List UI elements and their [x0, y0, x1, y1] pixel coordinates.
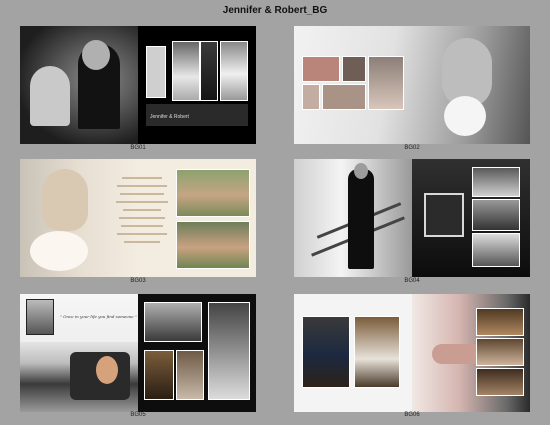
album-spread-bg01[interactable]: Jennifer & Robert: [20, 26, 256, 144]
detail-photo: [208, 302, 250, 400]
limo-photo: [20, 342, 138, 412]
detail-photo: [476, 338, 524, 366]
album-spread-bg03[interactable]: [20, 159, 256, 277]
detail-photo: [144, 350, 174, 400]
spread-caption: BG04: [404, 278, 420, 284]
album-spread-bg02[interactable]: [294, 26, 530, 144]
detail-photo: [472, 167, 520, 197]
album-page-right: [138, 294, 256, 412]
album-spread-bg06[interactable]: [294, 294, 530, 412]
album-spread-bg05[interactable]: " Once in your life you find someone ": [20, 294, 256, 412]
bridal-party-photo: [176, 221, 250, 269]
page-title: Jennifer & Robert_BG: [222, 5, 328, 16]
album-page-left: " Once in your life you find someone ": [20, 294, 138, 412]
kiss-photo: [20, 26, 138, 144]
spread-caption: BG02: [404, 145, 420, 151]
detail-photo: [146, 46, 166, 98]
detail-photo: [144, 302, 202, 342]
detail-photo: [322, 84, 366, 110]
detail-photo: [342, 56, 366, 82]
detail-photo: [476, 368, 524, 396]
album-spread-bg04[interactable]: [294, 159, 530, 277]
groom-photo: [294, 159, 412, 277]
couple-photo: [200, 41, 218, 101]
couple-photo: [172, 41, 200, 101]
detail-photo: [476, 308, 524, 336]
spread-caption: BG01: [130, 145, 146, 151]
detail-photo: [472, 199, 520, 231]
detail-photo: [368, 56, 404, 110]
detail-photo: [176, 350, 204, 400]
quote-text: " Once in your life you find someone ": [60, 314, 137, 319]
detail-photo: [302, 56, 340, 82]
spread-caption: BG05: [130, 412, 146, 418]
nameplate: Jennifer & Robert: [150, 114, 189, 120]
detail-photo: [302, 84, 320, 110]
detail-photo: [26, 299, 54, 335]
poem-text: [112, 177, 172, 249]
bride-photo: [220, 41, 248, 101]
bridal-party-photo: [176, 169, 250, 217]
album-page-right: Jennifer & Robert: [138, 26, 256, 144]
marine-groom-photo: [302, 316, 350, 388]
spread-caption: BG06: [404, 412, 420, 418]
ceremony-photo: [354, 316, 400, 388]
detail-photo: [472, 233, 520, 267]
spread-caption: BG03: [130, 278, 146, 284]
